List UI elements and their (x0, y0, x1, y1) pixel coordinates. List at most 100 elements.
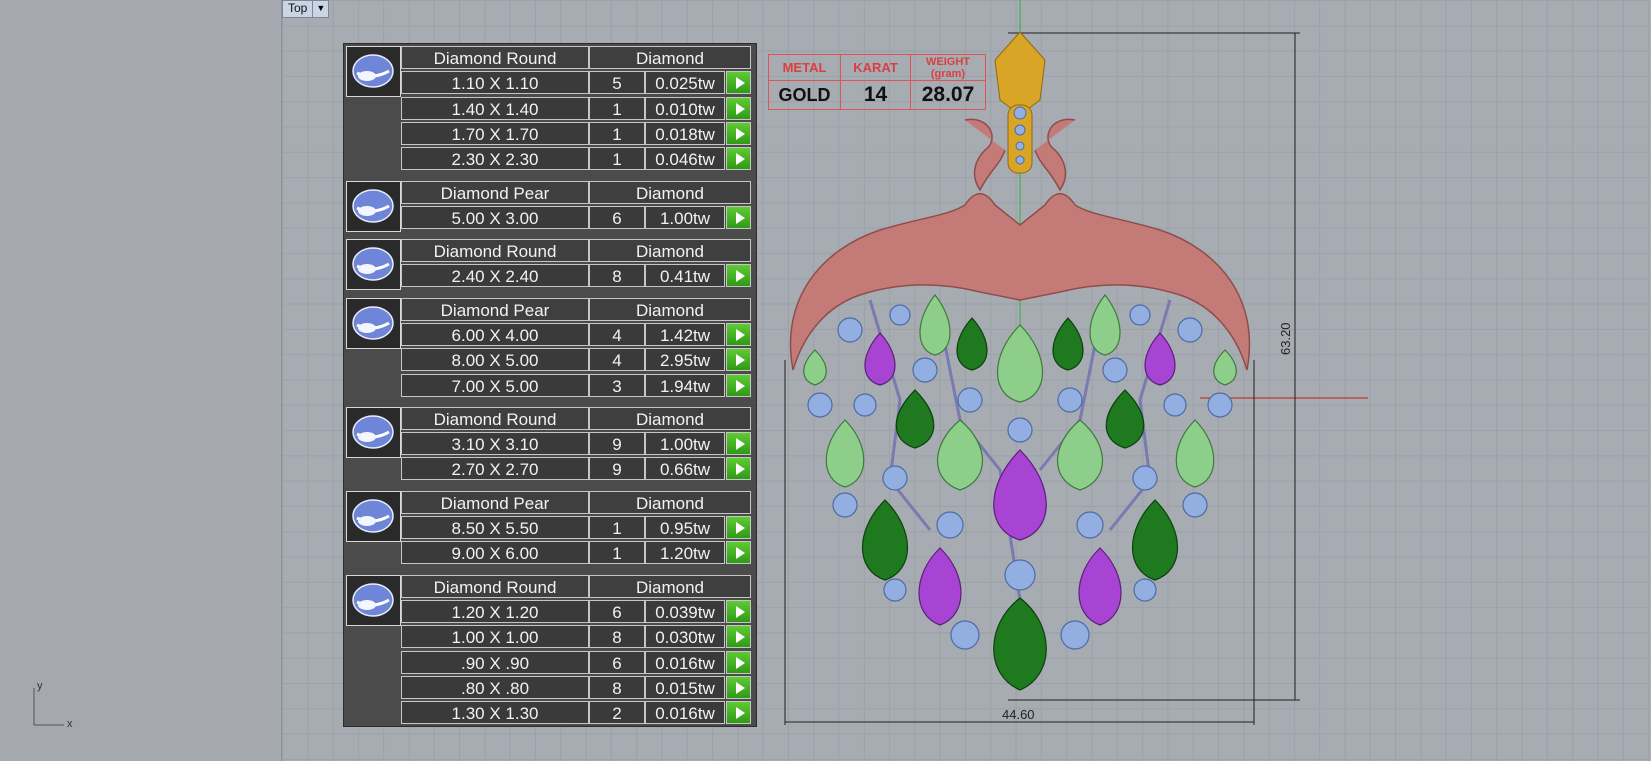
stone-qty: 6 (589, 650, 645, 674)
stone-material-header: Diamond (589, 490, 751, 514)
select-stone-button[interactable] (726, 147, 751, 171)
stone-size: 7.00 X 5.00 (401, 373, 589, 397)
stone-group: Diamond Round Diamond 2.40 X 2.40 8 0.41tw (344, 238, 756, 291)
axis-x-label: x (67, 718, 73, 730)
stone-qty: 1 (589, 121, 645, 145)
pear-gems (803, 294, 1237, 691)
pendant-model[interactable] (768, 0, 1368, 761)
stone-qty: 1 (589, 541, 645, 565)
select-stone-button[interactable] (726, 701, 751, 725)
viewport-tab[interactable]: Top ▼ (282, 0, 330, 18)
stone-weight: 0.015tw (645, 675, 725, 699)
stone-size: 2.30 X 2.30 (401, 147, 589, 171)
scroll-right (1034, 118, 1076, 192)
stone-size: 1.40 X 1.40 (401, 96, 589, 120)
stone-type-header: Diamond Pear (401, 180, 589, 204)
stone-thumbnail[interactable] (346, 46, 401, 97)
stone-size: 2.70 X 2.70 (401, 457, 589, 481)
select-stone-button[interactable] (726, 599, 751, 623)
gem-thumbnail-icon (352, 415, 394, 449)
select-stone-button[interactable] (726, 625, 751, 649)
stone-weight: 0.66tw (645, 457, 725, 481)
stone-qty: 8 (589, 675, 645, 699)
select-stone-button[interactable] (726, 96, 751, 120)
select-stone-button[interactable] (726, 516, 751, 540)
stone-weight: 1.42tw (645, 322, 725, 346)
stone-qty: 9 (589, 457, 645, 481)
stone-group: Diamond Round Diamond 1.10 X 1.10 5 0.025tw 1… (344, 45, 756, 174)
stone-qty: 4 (589, 322, 645, 346)
select-stone-button[interactable] (726, 457, 751, 481)
axis-y-label: y (37, 680, 43, 692)
stone-size: 1.20 X 1.20 (401, 599, 589, 623)
stone-size: 1.30 X 1.30 (401, 701, 589, 725)
chevron-down-icon[interactable]: ▼ (312, 1, 328, 17)
gem-thumbnail-icon (352, 499, 394, 533)
stone-thumbnail[interactable] (346, 406, 401, 458)
gem-thumbnail-icon (352, 582, 394, 617)
stone-weight: 0.95tw (645, 516, 725, 540)
select-stone-button[interactable] (726, 675, 751, 699)
stone-group: Diamond Pear Diamond 6.00 X 4.00 4 1.42tw 8.0… (344, 297, 756, 400)
stone-weight: 0.010tw (645, 96, 725, 120)
stone-thumbnail[interactable] (346, 574, 401, 626)
stone-type-header: Diamond Round (401, 574, 589, 598)
stone-size: 3.10 X 3.10 (401, 432, 589, 456)
select-stone-button[interactable] (726, 264, 751, 288)
select-stone-button[interactable] (726, 348, 751, 372)
viewport-title[interactable]: Top (283, 1, 312, 17)
select-stone-button[interactable] (726, 373, 751, 397)
stone-thumbnail[interactable] (346, 180, 401, 232)
stone-material-header: Diamond (589, 239, 751, 263)
stone-weight: 2.95tw (645, 348, 725, 372)
select-stone-button[interactable] (726, 205, 751, 229)
stone-thumbnail[interactable] (346, 239, 401, 291)
stone-thumbnail[interactable] (346, 297, 401, 349)
stone-size: 1.00 X 1.00 (401, 625, 589, 649)
select-stone-button[interactable] (726, 121, 751, 145)
stone-size: 1.10 X 1.10 (401, 71, 589, 95)
stone-weight: 0.41tw (645, 264, 725, 288)
stone-type-header: Diamond Round (401, 239, 589, 263)
stone-qty: 1 (589, 96, 645, 120)
stone-qty: 9 (589, 432, 645, 456)
stone-weight: 1.00tw (645, 432, 725, 456)
stone-group: Diamond Pear Diamond 5.00 X 3.00 6 1.00tw (344, 180, 756, 233)
stone-weight: 0.039tw (645, 599, 725, 623)
scroll-left (964, 118, 1006, 192)
stone-size: 1.70 X 1.70 (401, 121, 589, 145)
stone-type-header: Diamond Pear (401, 490, 589, 514)
stone-material-header: Diamond (589, 180, 751, 204)
stone-material-header: Diamond (589, 574, 751, 598)
stone-qty: 8 (589, 625, 645, 649)
stone-weight: 0.018tw (645, 121, 725, 145)
stone-size: 8.50 X 5.50 (401, 516, 589, 540)
gold-bail (994, 31, 1046, 116)
stone-size: 6.00 X 4.00 (401, 322, 589, 346)
stone-group: Diamond Pear Diamond 8.50 X 5.50 1 0.95tw 9.0… (344, 490, 756, 568)
stone-type-header: Diamond Round (401, 46, 589, 69)
stone-size: 9.00 X 6.00 (401, 541, 589, 565)
stone-group: Diamond Round Diamond 3.10 X 3.10 9 1.00tw 2.… (344, 406, 756, 484)
stone-weight: 1.94tw (645, 373, 725, 397)
select-stone-button[interactable] (726, 71, 751, 95)
stone-thumbnail[interactable] (346, 490, 401, 542)
stone-material-header: Diamond (589, 46, 751, 69)
height-dimension: 63.20 (1278, 322, 1293, 355)
gem-thumbnail-icon (352, 305, 394, 340)
stone-qty: 2 (589, 701, 645, 725)
select-stone-button[interactable] (726, 541, 751, 565)
select-stone-button[interactable] (726, 322, 751, 346)
select-stone-button[interactable] (726, 432, 751, 456)
stone-weight: 1.20tw (645, 541, 725, 565)
stone-type-header: Diamond Pear (401, 297, 589, 321)
stone-qty: 8 (589, 264, 645, 288)
stone-qty: 1 (589, 516, 645, 540)
stone-weight: 0.025tw (645, 71, 725, 95)
stone-size: 2.40 X 2.40 (401, 264, 589, 288)
stone-material-header: Diamond (589, 406, 751, 430)
stone-table: Diamond Round Diamond 1.10 X 1.10 5 0.025tw 1… (343, 43, 757, 727)
stone-size: .80 X .80 (401, 675, 589, 699)
select-stone-button[interactable] (726, 650, 751, 674)
stone-size: 8.00 X 5.00 (401, 348, 589, 372)
